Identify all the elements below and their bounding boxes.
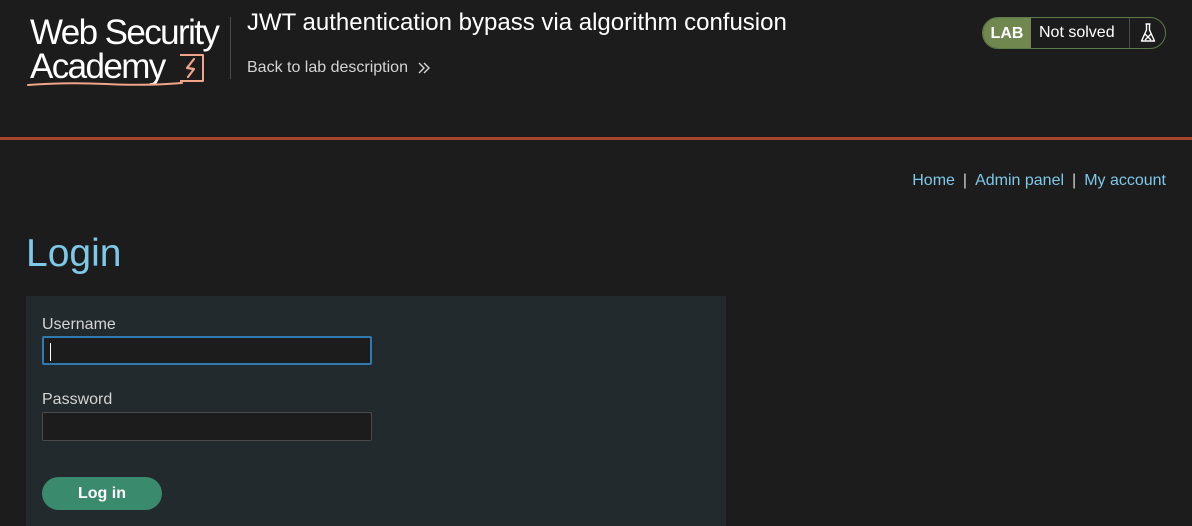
login-button[interactable]: Log in [42,477,162,510]
text-caret [50,343,51,361]
nav-link-my-account[interactable]: My account [1084,172,1166,189]
password-label: Password [42,391,113,408]
password-field[interactable] [42,412,372,441]
username-label: Username [42,316,116,333]
lab-status-widget[interactable]: LAB Not solved [982,17,1166,49]
nav-separator: | [962,172,968,189]
login-form: Username Password Log in [26,296,726,526]
web-security-academy-logo[interactable]: Web Security Academy [26,14,230,90]
nav-link-home[interactable]: Home [912,172,955,189]
top-navigation: Home | Admin panel | My account [912,171,1166,191]
flask-icon [1129,18,1165,48]
lab-badge: LAB [983,18,1031,48]
header-divider [230,17,231,79]
logo-underline-icon [27,82,183,86]
back-link-label: Back to lab description [247,59,408,76]
nav-link-admin-panel[interactable]: Admin panel [975,172,1064,189]
page-title: Login [26,232,122,275]
lab-status-text: Not solved [1039,24,1115,41]
lab-title: JWT authentication bypass via algorithm … [247,9,787,36]
back-to-lab-description-link[interactable]: Back to lab description [247,58,431,78]
page-header: Web Security Academy JWT authentication … [0,0,1192,140]
double-chevron-right-icon [417,61,431,75]
username-field[interactable] [42,336,372,365]
nav-separator: | [1072,172,1077,189]
